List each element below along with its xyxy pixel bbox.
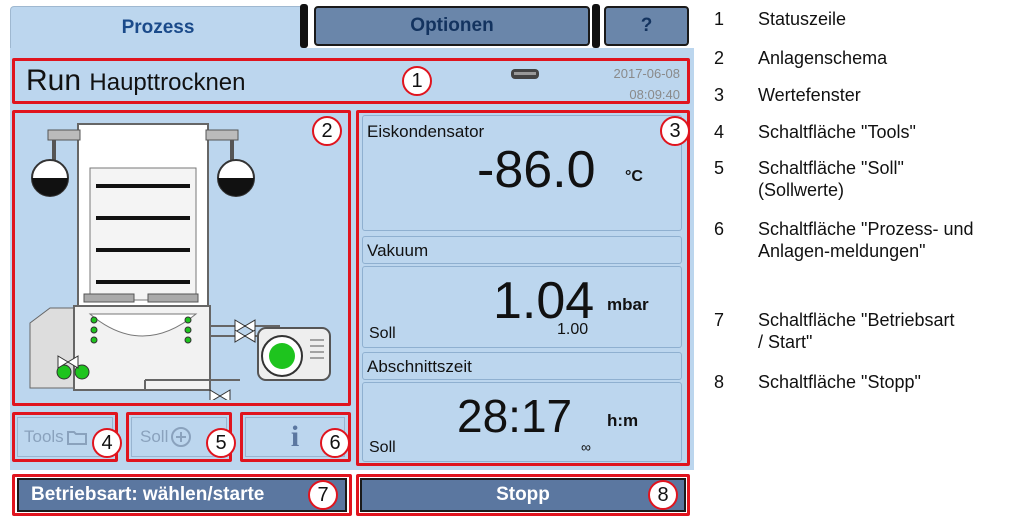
tab-prozess[interactable]: Prozess [10,6,306,48]
betriebsart-start-button[interactable]: Betriebsart: wählen/starte [17,478,347,512]
tab-separator [592,4,600,48]
legend-text: Wertefenster [758,85,861,105]
status-line: Run Haupttrocknen [26,64,245,98]
tab-help[interactable]: ? [604,6,689,46]
callout-6: 6 [320,428,350,458]
vakuum-soll-value: 1.00 [557,321,589,338]
zeit-header: Abschnittszeit [362,352,682,380]
value-box-abschnittszeit: 28:17 h:m Soll ∞ [362,382,682,462]
device-icon [510,67,540,81]
legend-num: 6 [714,219,725,239]
stopp-button[interactable]: Stopp [360,478,686,512]
callout-1: 1 [402,66,432,96]
plant-schematic [29,123,331,400]
tab-optionen[interactable]: Optionen [314,6,590,46]
eiskondensator-label: Eiskondensator [367,122,485,141]
legend-num: 4 [714,122,725,142]
callout-3: 3 [660,116,690,146]
betriebsart-label: Betriebsart: wählen/starte [31,484,265,505]
callout-4: 4 [92,428,122,458]
legend-text: Schaltfläche "Tools" [758,122,916,142]
eiskondensator-unit: °C [625,168,643,185]
plus-circle-icon [171,427,192,447]
callout-7: 7 [308,480,338,510]
legend-text: Schaltfläche "Soll" (Sollwerte) [758,158,904,200]
device-screen: Prozess Optionen ? Run Haupttrocknen 201… [0,0,695,516]
callout-8: 8 [648,480,678,510]
soll-label: Soll [140,427,169,446]
legend-text: Schaltfläche "Betriebsart / Start" [758,310,955,352]
vakuum-unit: mbar [607,295,649,314]
legend-num: 5 [714,158,725,178]
zeit-value: 28:17 [457,390,573,442]
zeit-unit: h:m [607,411,639,430]
legend-text: Statuszeile [758,9,847,29]
legend-num: 2 [714,48,725,68]
vakuum-header: Vakuum [362,236,682,264]
status-time: 08:09:40 [629,87,680,102]
status-date: 2017-06-08 [613,66,681,81]
zeit-label: Abschnittszeit [367,357,472,376]
info-icon: i [290,420,300,453]
status-mode: Run [26,64,82,97]
legend-num: 8 [714,372,725,392]
legend-text: Anlagenschema [758,48,888,68]
legend-num: 3 [714,85,725,105]
folder-icon [66,431,87,445]
legend-text: Schaltfläche "Stopp" [758,372,921,392]
vakuum-soll-label: Soll [369,325,396,342]
value-box-eiskondensator: Eiskondensator -86.0 °C [362,115,682,231]
legend-text: Schaltfläche "Prozess- und Anlagen-meldu… [758,219,974,261]
legend-num: 7 [714,310,725,330]
value-box-vakuum: 1.04 mbar Soll 1.00 [362,266,682,348]
tools-label: Tools [24,427,64,446]
stopp-label: Stopp [496,484,550,505]
tab-separator [300,4,308,48]
callout-5: 5 [206,428,236,458]
status-step: Haupttrocknen [89,69,246,96]
eiskondensator-value: -86.0 [477,141,596,199]
vakuum-label: Vakuum [367,241,429,260]
zeit-soll-value: ∞ [581,439,591,455]
status-datetime: 2017-06-08 08:09:40 [560,63,681,105]
legend-num: 1 [714,9,725,29]
callout-2: 2 [312,116,342,146]
zeit-soll-label: Soll [369,439,396,456]
